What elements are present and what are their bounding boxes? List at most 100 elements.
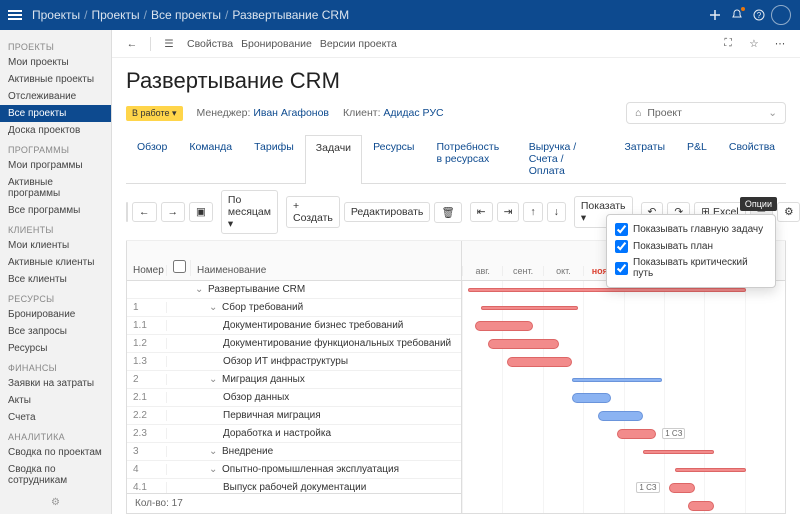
gantt-bar[interactable] bbox=[669, 483, 695, 493]
table-row[interactable]: 1.1Документирование бизнес требований bbox=[127, 317, 461, 335]
gantt-bar[interactable] bbox=[598, 411, 643, 421]
gantt-bar[interactable] bbox=[507, 357, 572, 367]
table-row[interactable]: 2.3Доработка и настройка bbox=[127, 425, 461, 443]
col-name[interactable]: Наименование bbox=[191, 265, 461, 276]
sidebar-item[interactable]: Все клиенты bbox=[0, 271, 111, 288]
expand-icon[interactable]: ⌄ bbox=[209, 464, 219, 475]
sidebar-item[interactable]: Все программы bbox=[0, 202, 111, 219]
table-row[interactable]: 3⌄Внедрение bbox=[127, 443, 461, 461]
sidebar-item[interactable]: Доска проектов bbox=[0, 122, 111, 139]
expand-icon[interactable]: ⌄ bbox=[209, 446, 219, 457]
delete-icon[interactable]: 🗑 bbox=[434, 202, 461, 223]
sidebar-item[interactable]: Активные клиенты bbox=[0, 254, 111, 271]
client-link[interactable]: Адидас РУС bbox=[383, 107, 443, 119]
sidebar-item[interactable]: Активные проекты bbox=[0, 71, 111, 88]
breadcrumb-root[interactable]: Проекты bbox=[32, 8, 80, 22]
gantt-bar[interactable] bbox=[481, 306, 578, 310]
expand-icon[interactable]: ⌄ bbox=[195, 284, 205, 295]
create-button[interactable]: + Создать bbox=[286, 196, 340, 228]
table-row[interactable]: 4.1Выпуск рабочей документации bbox=[127, 479, 461, 493]
view-table[interactable]: Таблица bbox=[127, 203, 128, 221]
sidebar-item[interactable]: Бронирование bbox=[0, 306, 111, 323]
tab[interactable]: Тарифы bbox=[243, 134, 305, 183]
table-row[interactable]: 2.2Первичная миграция bbox=[127, 407, 461, 425]
col-check[interactable] bbox=[167, 260, 191, 276]
tab[interactable]: Затраты bbox=[613, 134, 676, 183]
sidebar-item[interactable]: Акты bbox=[0, 392, 111, 409]
hamburger-icon[interactable] bbox=[8, 8, 26, 22]
breadcrumb-1[interactable]: Проекты bbox=[92, 8, 140, 22]
table-row[interactable]: ⌄Развертывание CRM bbox=[127, 281, 461, 299]
opt-plan[interactable]: Показывать план bbox=[615, 238, 767, 255]
arrow-right-icon[interactable]: → bbox=[161, 202, 186, 222]
sidebar-item[interactable]: Сводка по проектам bbox=[0, 444, 111, 461]
movedown-icon[interactable]: ↓ bbox=[547, 202, 566, 222]
gantt-bar[interactable] bbox=[468, 288, 746, 292]
gantt-bar[interactable] bbox=[675, 468, 746, 472]
sidebar-item[interactable]: Сводка по сотрудникам bbox=[0, 461, 111, 489]
table-row[interactable]: 1⌄Сбор требований bbox=[127, 299, 461, 317]
expand-icon[interactable]: ⌄ bbox=[209, 374, 219, 385]
action-booking[interactable]: Бронирование bbox=[241, 38, 312, 50]
sidebar-item[interactable]: Все запросы bbox=[0, 323, 111, 340]
indent-icon[interactable]: ⇥ bbox=[497, 202, 520, 222]
period-select[interactable]: По месяцам ▾ bbox=[221, 190, 278, 234]
gantt-bar[interactable] bbox=[572, 393, 611, 403]
breadcrumb-3[interactable]: Развертывание CRM bbox=[232, 8, 349, 22]
gantt-bar[interactable] bbox=[643, 450, 714, 454]
sidebar-item[interactable]: Мои проекты bbox=[0, 54, 111, 71]
manager-link[interactable]: Иван Агафонов bbox=[253, 107, 329, 119]
tab-props[interactable]: Свойства bbox=[718, 134, 786, 183]
expand-icon[interactable]: ⛶ bbox=[718, 34, 738, 54]
opt-critical[interactable]: Показывать критический путь bbox=[615, 255, 767, 281]
tab[interactable]: P&L bbox=[676, 134, 718, 183]
more-icon[interactable]: ⋯ bbox=[770, 34, 790, 54]
back-icon[interactable]: ← bbox=[122, 34, 142, 54]
sidebar-settings-icon[interactable]: ⚙ bbox=[0, 489, 111, 514]
outdent-icon[interactable]: ⇤ bbox=[470, 202, 493, 222]
action-versions[interactable]: Версии проекта bbox=[320, 38, 397, 50]
plus-icon[interactable] bbox=[704, 4, 726, 26]
tab[interactable]: Выручка / Счета / Оплата bbox=[518, 134, 614, 183]
bell-icon[interactable] bbox=[726, 4, 748, 26]
today-icon[interactable]: ▣ bbox=[189, 202, 213, 222]
tab[interactable]: Ресурсы bbox=[362, 134, 425, 183]
gantt-bar[interactable] bbox=[572, 378, 662, 382]
sidebar-item[interactable]: Счета bbox=[0, 409, 111, 426]
action-props[interactable]: Свойства bbox=[187, 38, 233, 50]
sidebar-item[interactable]: Активные программы bbox=[0, 174, 111, 202]
sidebar-item[interactable]: Все проекты bbox=[0, 105, 111, 122]
moveup-icon[interactable]: ↑ bbox=[523, 202, 542, 222]
opt-main-task[interactable]: Показывать главную задачу bbox=[615, 221, 767, 238]
table-row[interactable]: 2.1Обзор данных bbox=[127, 389, 461, 407]
table-row[interactable]: 1.2Документирование функциональных требо… bbox=[127, 335, 461, 353]
gantt-bar[interactable] bbox=[617, 429, 656, 439]
gantt-bar[interactable] bbox=[688, 501, 714, 511]
props-icon[interactable]: ☰ bbox=[159, 34, 179, 54]
col-number[interactable]: Номер bbox=[127, 265, 167, 276]
expand-icon[interactable]: ⌄ bbox=[209, 302, 219, 313]
sidebar-item[interactable]: Отслеживание bbox=[0, 88, 111, 105]
star-icon[interactable]: ☆ bbox=[744, 34, 764, 54]
help-icon[interactable]: ? bbox=[748, 4, 770, 26]
edit-button[interactable]: Редактировать bbox=[344, 202, 431, 222]
project-selector[interactable]: ⌂ Проект ⌄ bbox=[626, 102, 786, 124]
arrow-left-icon[interactable]: ← bbox=[132, 202, 157, 222]
gantt-bar[interactable] bbox=[475, 321, 533, 331]
settings-icon[interactable]: ⚙ bbox=[777, 202, 800, 222]
sidebar-item[interactable]: Ресурсы bbox=[0, 340, 111, 357]
status-chip[interactable]: В работе ▾ bbox=[126, 106, 183, 121]
table-row[interactable]: 4⌄Опытно-промышленная эксплуатация bbox=[127, 461, 461, 479]
table-row[interactable]: 1.3Обзор ИТ инфраструктуры bbox=[127, 353, 461, 371]
breadcrumb-2[interactable]: Все проекты bbox=[151, 8, 221, 22]
tab[interactable]: Задачи bbox=[305, 135, 362, 184]
gantt-bar[interactable] bbox=[488, 339, 559, 349]
sidebar-item[interactable]: Мои клиенты bbox=[0, 237, 111, 254]
table-row[interactable]: 2⌄Миграция данных bbox=[127, 371, 461, 389]
sidebar-item[interactable]: Заявки на затраты bbox=[0, 375, 111, 392]
tab[interactable]: Команда bbox=[178, 134, 243, 183]
user-avatar[interactable] bbox=[770, 4, 792, 26]
tab[interactable]: Потребность в ресурсах bbox=[425, 134, 517, 183]
tab[interactable]: Обзор bbox=[126, 134, 178, 183]
sidebar-item[interactable]: Мои программы bbox=[0, 157, 111, 174]
